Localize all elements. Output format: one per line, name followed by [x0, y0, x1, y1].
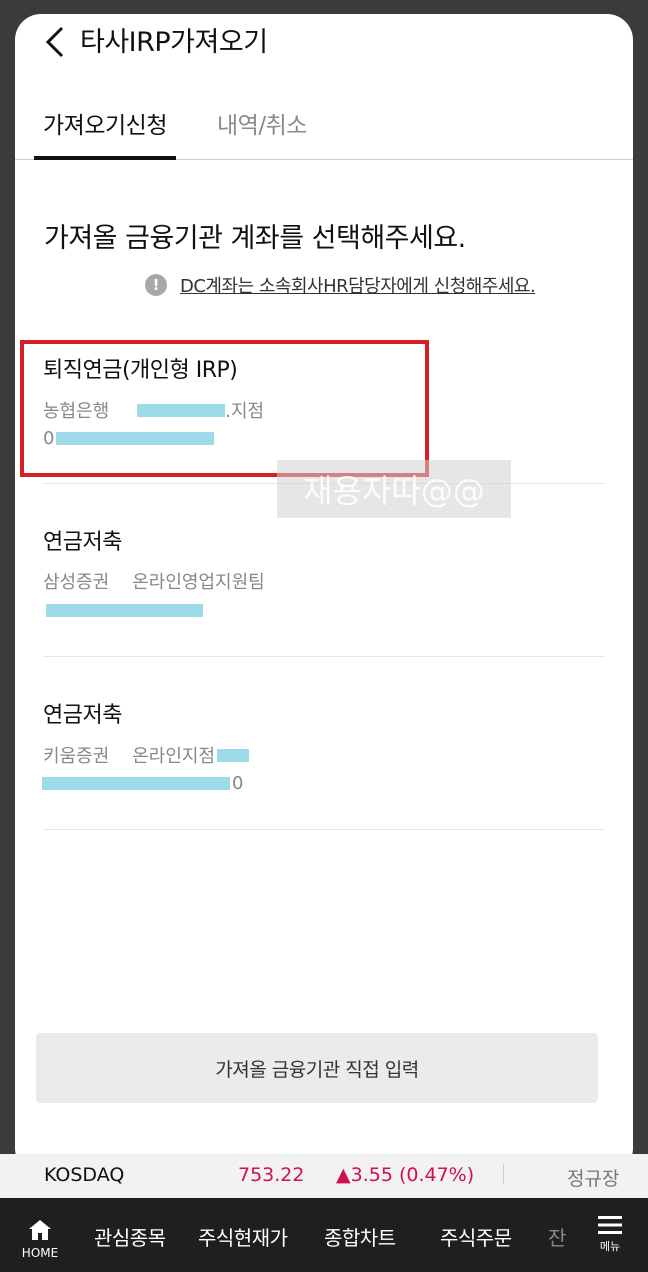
bottom-nav: HOME 관심종목 주식현재가 종합차트 주식주문 잔 메뉴: [0, 1198, 648, 1272]
hamburger-icon: [598, 1216, 622, 1234]
nav-current-price[interactable]: 주식현재가: [198, 1222, 288, 1251]
tab-import-request[interactable]: 가져오기신청: [34, 102, 176, 160]
selection-highlight: [20, 340, 429, 477]
market-ticker[interactable]: KOSDAQ 753.22 ▲3.55 (0.47%) 정규장: [0, 1154, 648, 1198]
select-account-heading: 가져올 금융기관 계좌를 선택해주세요.: [44, 223, 466, 254]
nav-balance-partial[interactable]: 잔: [548, 1222, 566, 1251]
watermark: 재용자따@@: [277, 460, 511, 518]
divider: [43, 656, 605, 657]
market-status: 정규장: [567, 1168, 620, 1190]
header: 타사IRP가져오기: [15, 14, 633, 74]
redacted-account-number: [46, 604, 203, 617]
dc-notice[interactable]: ! DC계좌는 소속회사HR담당자에게 신청해주세요.: [145, 272, 536, 298]
account-bank-line: 키움증권 온라인지점: [43, 742, 250, 768]
account-number-suffix: 0: [232, 773, 244, 794]
branch-name: 온라인지점: [132, 746, 216, 767]
account-item[interactable]: 연금저축 키움증권 온라인지점 0: [42, 687, 605, 830]
chevron-left-icon: [45, 26, 64, 58]
ticker-name: KOSDAQ: [44, 1164, 125, 1186]
nav-chart[interactable]: 종합차트: [324, 1222, 396, 1251]
divider: [43, 829, 605, 830]
main-card: 타사IRP가져오기 가져오기신청 내역/취소 가져올 금융기관 계좌를 선택해주…: [15, 14, 633, 1174]
ticker-separator: [503, 1164, 504, 1184]
dc-notice-text[interactable]: DC계좌는 소속회사HR담당자에게 신청해주세요.: [180, 272, 536, 298]
ticker-value: 753.22: [238, 1164, 305, 1186]
info-icon: !: [145, 274, 167, 296]
branch-name: 온라인영업지원팀: [132, 572, 265, 593]
bank-name: 키움증권: [43, 746, 110, 767]
account-type: 연금저축: [43, 530, 122, 555]
redacted-account-number: [42, 777, 230, 790]
menu-button[interactable]: 메뉴: [584, 1214, 636, 1268]
bank-name: 삼성증권: [43, 572, 110, 593]
home-label: HOME: [21, 1246, 59, 1260]
home-button[interactable]: HOME: [14, 1218, 66, 1272]
redacted-branch-code: [217, 748, 250, 762]
account-number-line: [43, 604, 203, 617]
account-bank-line: 삼성증권 온라인영업지원팀: [43, 568, 265, 594]
nav-order[interactable]: 주식주문: [440, 1222, 512, 1251]
tab-bar: 가져오기신청 내역/취소: [15, 102, 633, 160]
account-type: 연금저축: [43, 703, 122, 728]
home-icon: [29, 1220, 51, 1240]
direct-input-button[interactable]: 가져올 금융기관 직접 입력: [36, 1033, 598, 1103]
ticker-change: ▲3.55 (0.47%): [336, 1164, 475, 1186]
page-title: 타사IRP가져오기: [80, 27, 268, 58]
back-button[interactable]: [37, 22, 73, 62]
account-item[interactable]: 연금저축 삼성증권 온라인영업지원팀: [43, 514, 605, 657]
tab-history-cancel[interactable]: 내역/취소: [217, 102, 327, 160]
menu-label: 메뉴: [599, 1240, 621, 1253]
account-number-line: 0: [42, 773, 244, 794]
nav-watchlist[interactable]: 관심종목: [94, 1222, 166, 1251]
